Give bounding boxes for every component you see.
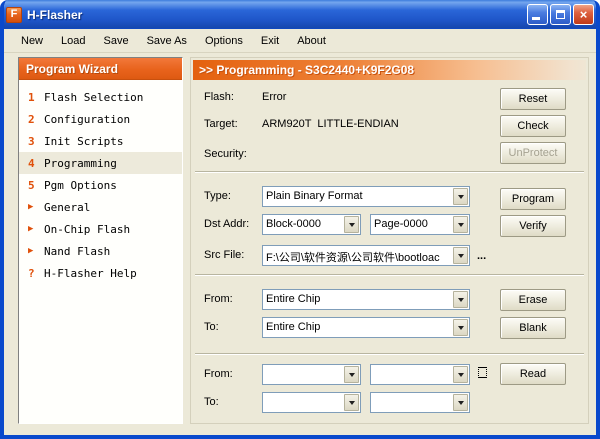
step-3-icon: 3 — [28, 135, 44, 148]
erase-button[interactable]: Erase — [500, 289, 566, 311]
menu-about[interactable]: About — [288, 32, 335, 50]
read-from-block-select[interactable] — [262, 364, 361, 385]
dst-addr-label: Dst Addr: — [204, 218, 249, 230]
erase-from-label: From: — [204, 293, 233, 305]
app-window: F H-Flasher × New Load Save Save As Opti… — [0, 0, 600, 439]
check-button[interactable]: Check — [500, 115, 566, 137]
maximize-icon — [556, 10, 565, 19]
sidebar-item-programming[interactable]: 4 Programming — [19, 152, 182, 174]
type-label: Type: — [204, 190, 231, 202]
app-icon: F — [6, 7, 22, 23]
program-wizard-panel: Program Wizard 1 Flash Selection 2 Confi… — [18, 57, 183, 424]
erase-from-select[interactable]: Entire Chip — [262, 289, 470, 310]
arrow-right-icon: ▶ — [28, 202, 44, 212]
step-2-icon: 2 — [28, 113, 44, 126]
sidebar-item-label: Configuration — [44, 113, 130, 126]
sidebar-item-label: Programming — [44, 157, 117, 170]
arrow-right-icon: ▶ — [28, 224, 44, 234]
unprotect-button[interactable]: UnProtect — [500, 142, 566, 164]
sidebar-item-label: Nand Flash — [44, 245, 110, 258]
dst-block-select[interactable]: Block-0000 — [262, 214, 361, 235]
target-label: Target: — [204, 118, 238, 130]
step-5-icon: 5 — [28, 179, 44, 192]
dropdown-arrow-icon[interactable] — [453, 247, 468, 264]
dropdown-arrow-icon[interactable] — [344, 216, 359, 233]
dropdown-arrow-icon[interactable] — [453, 394, 468, 411]
dropdown-arrow-icon[interactable] — [344, 366, 359, 383]
blank-button[interactable]: Blank — [500, 317, 566, 339]
sidebar-item-on-chip-flash[interactable]: ▶ On-Chip Flash — [19, 218, 182, 240]
verify-button[interactable]: Verify — [500, 215, 566, 237]
sidebar-item-nand-flash[interactable]: ▶ Nand Flash — [19, 240, 182, 262]
sidebar-item-label: General — [44, 201, 90, 214]
programming-panel: >> Programming - S3C2440+K9F2G08 Flash: … — [190, 57, 589, 424]
section-divider — [195, 274, 584, 276]
browse-button[interactable]: ... — [477, 250, 486, 262]
menu-exit[interactable]: Exit — [252, 32, 288, 50]
sidebar-item-help[interactable]: ? H-Flasher Help — [19, 262, 182, 284]
read-to-page-select[interactable] — [370, 392, 470, 413]
title-bar[interactable]: F H-Flasher × — [0, 0, 600, 29]
menu-new[interactable]: New — [12, 32, 52, 50]
section-divider — [195, 171, 584, 173]
sidebar-item-label: On-Chip Flash — [44, 223, 130, 236]
erase-to-label: To: — [204, 321, 219, 333]
security-label: Security: — [204, 148, 247, 160]
read-to-label: To: — [204, 396, 219, 408]
sidebar-header: Program Wizard — [19, 58, 182, 80]
panel-title: >> Programming - S3C2440+K9F2G08 — [193, 60, 586, 80]
menu-save-as[interactable]: Save As — [138, 32, 196, 50]
src-file-select[interactable]: F:\公司\软件资源\公司软件\bootloac — [262, 245, 470, 266]
src-file-label: Src File: — [204, 249, 244, 261]
close-button[interactable]: × — [573, 4, 594, 25]
dropdown-arrow-icon[interactable] — [453, 291, 468, 308]
sidebar-item-label: H-Flasher Help — [44, 267, 137, 280]
dropdown-arrow-icon[interactable] — [453, 216, 468, 233]
flash-value: Error — [262, 91, 286, 103]
maximize-button[interactable] — [550, 4, 571, 25]
minimize-icon — [532, 17, 540, 20]
menu-load[interactable]: Load — [52, 32, 94, 50]
dropdown-arrow-icon[interactable] — [453, 188, 468, 205]
arrow-right-icon: ▶ — [28, 246, 44, 256]
window-title: H-Flasher — [27, 8, 82, 22]
dst-page-select[interactable]: Page-0000 — [370, 214, 470, 235]
read-from-page-select[interactable] — [370, 364, 470, 385]
close-icon: × — [580, 8, 588, 21]
section-divider — [195, 353, 584, 355]
target-value: ARM920T LITTLE-ENDIAN — [262, 118, 399, 130]
sidebar-item-init-scripts[interactable]: 3 Init Scripts — [19, 130, 182, 152]
sidebar-item-configuration[interactable]: 2 Configuration — [19, 108, 182, 130]
menu-bar: New Load Save Save As Options Exit About — [4, 29, 596, 53]
progress-indicator-icon — [478, 367, 487, 378]
sidebar-item-flash-selection[interactable]: 1 Flash Selection — [19, 86, 182, 108]
sidebar-item-label: Init Scripts — [44, 135, 123, 148]
menu-options[interactable]: Options — [196, 32, 252, 50]
step-4-icon: 4 — [28, 157, 44, 170]
erase-to-select[interactable]: Entire Chip — [262, 317, 470, 338]
read-to-block-select[interactable] — [262, 392, 361, 413]
minimize-button[interactable] — [527, 4, 548, 25]
read-from-label: From: — [204, 368, 233, 380]
step-1-icon: 1 — [28, 91, 44, 104]
dropdown-arrow-icon[interactable] — [344, 394, 359, 411]
program-button[interactable]: Program — [500, 188, 566, 210]
reset-button[interactable]: Reset — [500, 88, 566, 110]
sidebar-item-label: Flash Selection — [44, 91, 143, 104]
help-icon: ? — [28, 267, 44, 280]
menu-save[interactable]: Save — [95, 32, 138, 50]
sidebar-item-pgm-options[interactable]: 5 Pgm Options — [19, 174, 182, 196]
dropdown-arrow-icon[interactable] — [453, 366, 468, 383]
type-select[interactable]: Plain Binary Format — [262, 186, 470, 207]
flash-label: Flash: — [204, 91, 234, 103]
sidebar-item-label: Pgm Options — [44, 179, 117, 192]
dropdown-arrow-icon[interactable] — [453, 319, 468, 336]
read-button[interactable]: Read — [500, 363, 566, 385]
sidebar-item-general[interactable]: ▶ General — [19, 196, 182, 218]
